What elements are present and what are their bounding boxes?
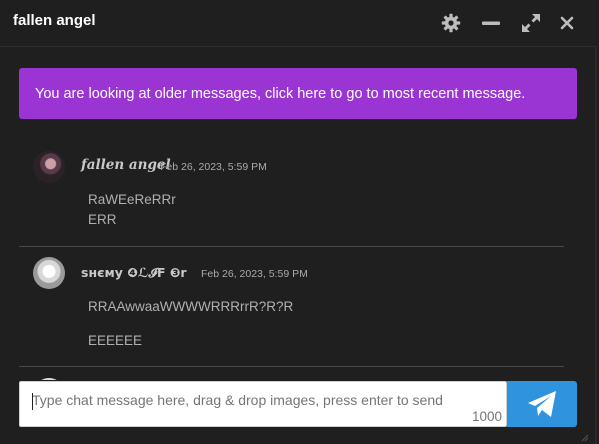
message-timestamp: Feb 26, 2023, 5:59 PM	[201, 268, 308, 280]
char-limit-counter: 1000	[471, 409, 502, 424]
title-bar: fallen angel	[0, 0, 597, 47]
message-text: RaWEeReRRr	[88, 192, 176, 207]
chat-window: fallen angel You are looking at older me…	[0, 0, 597, 444]
message-item: 𝒇𝒂𝒍𝒍𝒆𝒏 𝒂𝒏𝒈𝒆𝒍 Feb 26, 2023, 5:59 PM RaWEe…	[19, 130, 564, 247]
message-item: ѕнємy ❹ℒ𝓘F ❸r Feb 26, 2023, 5:59 PM RRAA…	[19, 247, 564, 367]
chat-message-input[interactable]	[32, 392, 492, 408]
message-text: EEEEEE	[88, 333, 143, 348]
send-button[interactable]	[507, 381, 577, 427]
close-icon[interactable]	[556, 12, 578, 34]
message-text: RRAAwwaaWWWWRRRrrR?R?R	[88, 299, 294, 314]
window-title: fallen angel	[13, 12, 96, 29]
message-divider	[19, 366, 564, 367]
avatar[interactable]	[33, 378, 65, 380]
gear-icon[interactable]	[440, 12, 462, 34]
chat-composer: 1000	[19, 381, 507, 427]
avatar[interactable]	[33, 151, 65, 183]
message-username[interactable]: 𝒇𝒂𝒍𝒍𝒆𝒏 𝒂𝒏𝒈𝒆𝒍	[81, 157, 171, 173]
text-caret	[32, 393, 33, 410]
expand-arrows-icon[interactable]	[520, 12, 542, 34]
paper-plane-icon	[528, 391, 556, 417]
minus-icon[interactable]	[480, 12, 502, 34]
message-text: ERR	[88, 212, 117, 227]
resize-grip-icon[interactable]	[581, 434, 589, 442]
message-username[interactable]: ѕнємy ❹ℒ𝓘F ❸r	[81, 265, 187, 281]
older-messages-notice[interactable]: You are looking at older messages, click…	[19, 68, 577, 119]
message-timestamp: Feb 26, 2023, 5:59 PM	[160, 161, 267, 173]
avatar[interactable]	[33, 257, 65, 289]
message-list: 𝒇𝒂𝒍𝒍𝒆𝒏 𝒂𝒏𝒈𝒆𝒍 Feb 26, 2023, 5:59 PM RaWEe…	[19, 130, 564, 380]
